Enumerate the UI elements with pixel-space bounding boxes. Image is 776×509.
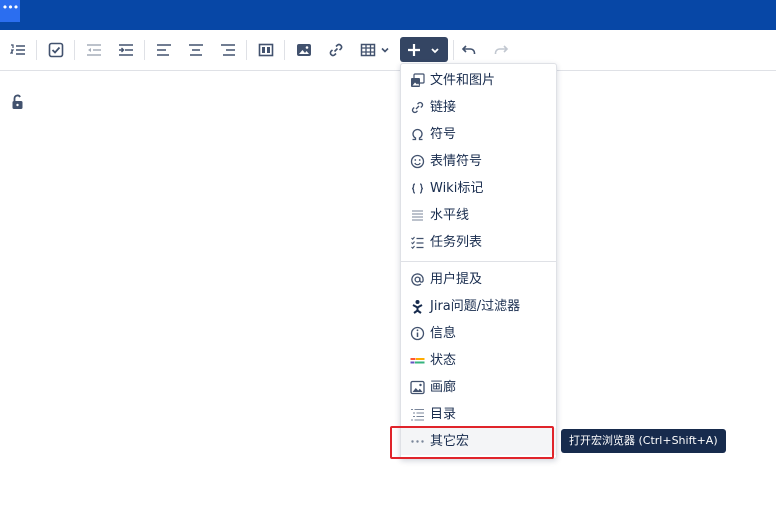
numbered-list-icon bbox=[10, 44, 25, 55]
chevron-down-icon bbox=[431, 48, 439, 54]
indent-button[interactable] bbox=[114, 39, 138, 61]
menu-item-wiki-markup[interactable]: Wiki标记 bbox=[401, 175, 556, 202]
unlocked-restrictions-button[interactable] bbox=[11, 94, 25, 114]
toc-icon bbox=[411, 408, 424, 421]
page-layout-icon bbox=[258, 43, 274, 57]
menu-item-symbol[interactable]: 符号 bbox=[401, 121, 556, 148]
menu-item-info[interactable]: 信息 bbox=[401, 320, 556, 347]
menu-divider bbox=[401, 261, 556, 262]
task-list-icon bbox=[411, 236, 424, 250]
align-right-icon bbox=[221, 44, 235, 56]
app-menu-button[interactable]: ••• bbox=[0, 0, 20, 22]
chevron-down-icon bbox=[381, 47, 389, 53]
jira-icon bbox=[412, 300, 423, 314]
file-image-icon bbox=[411, 73, 425, 87]
menu-item-horizontal-rule[interactable]: 水平线 bbox=[401, 202, 556, 229]
redo-button[interactable] bbox=[489, 39, 513, 61]
menu-item-label: 状态 bbox=[430, 353, 457, 368]
redo-icon bbox=[494, 45, 509, 54]
menu-item-jira-issue[interactable]: Jira问题/过滤器 bbox=[401, 293, 556, 320]
menu-item-label: Jira问题/过滤器 bbox=[430, 299, 521, 314]
align-center-button[interactable] bbox=[184, 39, 208, 61]
toolbar-separator bbox=[246, 40, 247, 60]
menu-item-table-of-contents[interactable]: 目录 bbox=[401, 401, 556, 428]
align-right-button[interactable] bbox=[216, 39, 240, 61]
unlock-icon bbox=[12, 94, 23, 109]
toolbar-separator bbox=[74, 40, 75, 60]
gallery-icon bbox=[410, 380, 425, 395]
menu-item-label: 任务列表 bbox=[430, 235, 483, 250]
insert-dropdown-menu: 文件和图片 链接 符号 表情符号 Wiki标记 水平线 任务列表 用户提及 Ji… bbox=[400, 63, 557, 459]
menu-item-link[interactable]: 链接 bbox=[401, 94, 556, 121]
menu-item-label: 水平线 bbox=[430, 208, 470, 223]
status-icon bbox=[410, 358, 425, 364]
menu-item-status[interactable]: 状态 bbox=[401, 347, 556, 374]
image-button[interactable] bbox=[292, 39, 316, 61]
menu-item-label: 画廊 bbox=[430, 380, 457, 395]
page-layout-button[interactable] bbox=[254, 39, 278, 61]
outdent-button[interactable] bbox=[82, 39, 106, 61]
annotation-highlight-box bbox=[390, 426, 554, 459]
braces-icon bbox=[411, 183, 424, 194]
menu-item-label: 链接 bbox=[430, 100, 457, 115]
indent-icon bbox=[119, 44, 133, 56]
horizontal-rule-icon bbox=[412, 210, 423, 221]
toolbar-separator bbox=[36, 40, 37, 60]
menu-item-label: 信息 bbox=[430, 326, 457, 341]
plus-icon bbox=[408, 44, 420, 56]
macro-browser-tooltip: 打开宏浏览器 (Ctrl+Shift+A) bbox=[561, 429, 726, 453]
align-left-icon bbox=[157, 44, 171, 56]
menu-item-emoji[interactable]: 表情符号 bbox=[401, 148, 556, 175]
menu-item-user-mention[interactable]: 用户提及 bbox=[401, 266, 556, 293]
toolbar-separator bbox=[453, 40, 454, 60]
link-icon bbox=[329, 43, 343, 57]
link-icon bbox=[411, 101, 424, 114]
undo-icon bbox=[461, 45, 476, 54]
menu-item-label: 目录 bbox=[430, 407, 457, 422]
omega-icon bbox=[412, 128, 423, 141]
toolbar-separator bbox=[284, 40, 285, 60]
task-list-icon bbox=[48, 42, 64, 58]
insert-more-button[interactable] bbox=[400, 37, 448, 62]
menu-item-gallery[interactable]: 画廊 bbox=[401, 374, 556, 401]
menu-item-label: 符号 bbox=[430, 127, 457, 142]
menu-item-files-images[interactable]: 文件和图片 bbox=[401, 67, 556, 94]
top-navigation-bar: ••• bbox=[0, 0, 776, 30]
menu-item-label: 表情符号 bbox=[430, 154, 483, 169]
info-icon bbox=[410, 326, 425, 341]
toolbar-separator bbox=[144, 40, 145, 60]
menu-item-label: 文件和图片 bbox=[430, 73, 496, 88]
outdent-icon bbox=[87, 44, 101, 56]
emoji-icon bbox=[410, 154, 425, 169]
align-center-icon bbox=[189, 44, 203, 56]
link-button[interactable] bbox=[324, 39, 348, 61]
menu-item-label: Wiki标记 bbox=[430, 181, 484, 196]
table-button[interactable] bbox=[356, 39, 392, 61]
menu-item-label: 用户提及 bbox=[430, 272, 483, 287]
table-icon bbox=[360, 43, 376, 57]
align-left-button[interactable] bbox=[152, 39, 176, 61]
editor-toolbar bbox=[0, 30, 776, 71]
image-icon bbox=[297, 44, 311, 56]
task-list-button[interactable] bbox=[44, 39, 68, 61]
menu-item-task-list[interactable]: 任务列表 bbox=[401, 229, 556, 256]
at-icon bbox=[411, 273, 424, 286]
undo-button[interactable] bbox=[457, 39, 481, 61]
numbered-list-button[interactable] bbox=[6, 39, 30, 61]
